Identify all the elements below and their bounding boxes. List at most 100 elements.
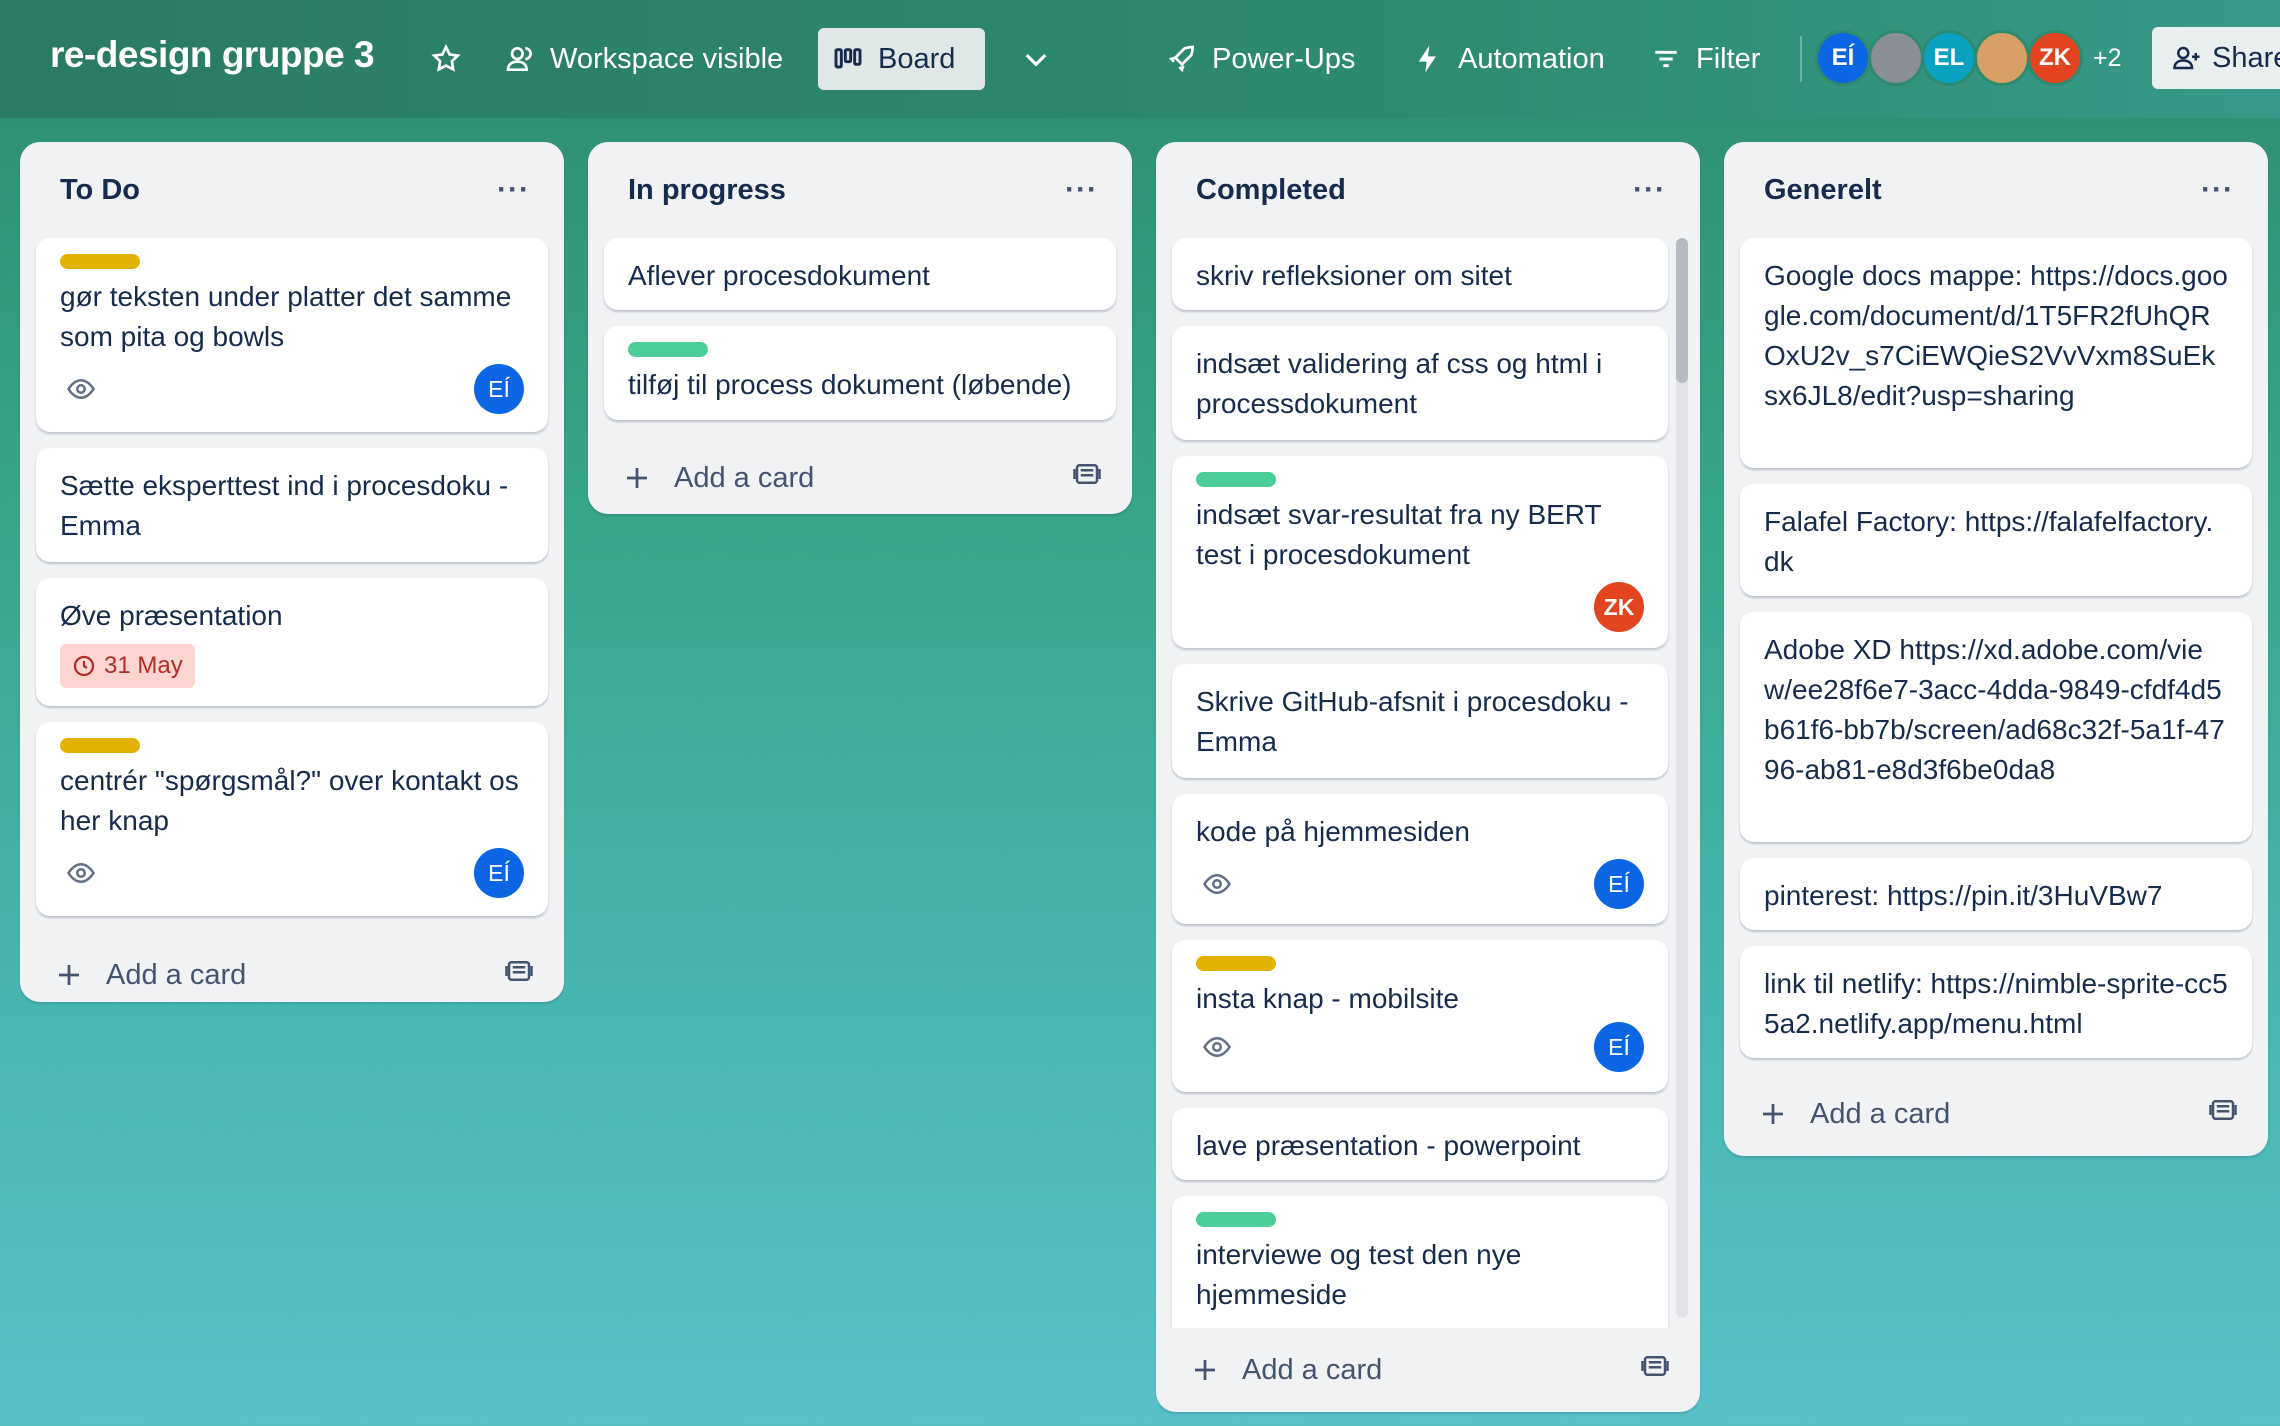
list-title[interactable]: In progress [628,174,786,207]
card-title: lave præsentation - powerpoint [1196,1130,1581,1161]
card[interactable]: indsæt svar-resultat fra ny BERT test i … [1172,456,1668,648]
card[interactable]: pinterest: https://pin.it/3HuVBw7 [1740,858,2252,930]
card[interactable]: Aflever procesdokument [604,238,1116,310]
card[interactable]: Sætte eksperttest ind i procesdoku - Emm… [36,448,548,562]
due-date-badge[interactable]: 31 May [60,644,195,688]
card-title: indsæt svar-resultat fra ny BERT test i … [1196,499,1602,570]
card[interactable]: link til netlify: https://nimble-sprite-… [1740,946,2252,1058]
share-button[interactable]: Share [2152,27,2280,89]
extra-members-count[interactable]: +2 [2093,44,2122,73]
add-card-row: Add a card [1724,1074,2268,1154]
view-switcher-button[interactable] [1006,28,1066,90]
list-menu-button[interactable]: ··· [2201,173,2234,207]
watch-icon [1203,873,1231,895]
list-scrollbar[interactable] [1676,238,1688,1318]
card[interactable]: insta knap - mobilsite EÍ [1172,940,1668,1092]
card-title: link til netlify: https://nimble-sprite-… [1764,968,2228,1039]
member-avatar[interactable]: EL [1921,30,1977,86]
add-card-label: Add a card [1810,1097,1951,1130]
card-title: kode på hjemmesiden [1196,816,1470,847]
member-avatar-photo[interactable] [1868,30,1924,86]
add-card-row: Add a card [20,932,564,1018]
card-member-avatar[interactable]: ZK [1594,582,1644,632]
automation-button[interactable]: Automation [1398,28,1619,90]
card[interactable]: Skrive GitHub-afsnit i procesdoku - Emma [1172,664,1668,778]
template-icon [1641,1356,1669,1376]
due-date-label: 31 May [104,652,183,679]
card-title: centrér "spørgsmål?" over kontakt os her… [60,765,519,836]
people-icon [506,47,532,71]
template-button[interactable] [1072,459,1102,497]
add-card-button[interactable]: Add a card [1190,1354,1382,1387]
template-button[interactable] [1640,1351,1670,1389]
card-title: gør teksten under platter det samme som … [60,281,512,352]
plus-icon [59,965,79,985]
member-avatar[interactable]: ZK [2027,30,2083,86]
list-title[interactable]: Completed [1196,174,1346,207]
card-label-green[interactable] [628,342,708,357]
add-card-button[interactable]: Add a card [54,959,246,992]
list-title[interactable]: To Do [60,174,140,207]
board-view-button[interactable]: Board [818,28,985,90]
list-menu-button[interactable]: ··· [1633,173,1666,207]
add-card-button[interactable]: Add a card [1758,1098,1950,1131]
card[interactable]: lave præsentation - powerpoint [1172,1108,1668,1180]
powerups-label: Power-Ups [1212,42,1356,75]
card-member-avatar[interactable]: EÍ [1594,859,1644,909]
card-title: Sætte eksperttest ind i procesdoku - Emm… [60,470,509,541]
template-button[interactable] [504,956,534,994]
card-title: pinterest: https://pin.it/3HuVBw7 [1764,880,2163,911]
list-menu-button[interactable]: ··· [1065,173,1098,207]
add-card-button[interactable]: Add a card [622,462,814,495]
card-title: indsæt validering af css og html i proce… [1196,348,1603,419]
card-title: Adobe XD https://xd.adobe.com/view/ee28f… [1764,634,2225,785]
scrollbar-thumb[interactable] [1676,238,1688,383]
card[interactable]: skriv refleksioner om sitet [1172,238,1668,310]
card-label-yellow[interactable] [60,254,140,269]
card-title: insta knap - mobilsite [1196,983,1460,1014]
card-label-yellow[interactable] [1196,956,1276,971]
card-label-green[interactable] [1196,472,1276,487]
list-header: Generelt ··· [1724,142,2268,238]
card-label-yellow[interactable] [60,738,140,753]
card[interactable]: centrér "spørgsmål?" over kontakt os her… [36,722,548,916]
member-avatar-photo[interactable] [1974,30,2030,86]
card-member-avatar[interactable]: EÍ [1594,1022,1644,1072]
card[interactable]: Google docs mappe: https://docs.google.c… [1740,238,2252,468]
card-member-avatar[interactable]: EÍ [474,848,524,898]
template-button[interactable] [2208,1095,2238,1133]
list-todo: To Do ··· gør teksten under platter det … [20,142,564,1002]
list-scroll-area[interactable]: skriv refleksioner om sitet indsæt valid… [1156,238,1700,1328]
watch-icon [67,862,95,884]
card[interactable]: tilføj til process dokument (løbende) [604,326,1116,420]
card-title: skriv refleksioner om sitet [1196,260,1512,291]
card[interactable]: Øve præsentation 31 May [36,578,548,706]
card-member-avatar[interactable]: EÍ [474,364,524,414]
list-menu-button[interactable]: ··· [497,173,530,207]
star-button[interactable] [416,28,476,90]
filter-button[interactable]: Filter [1636,28,1774,90]
card[interactable]: interviewe og test den nye hjemmeside [1172,1196,1668,1328]
board-title[interactable]: re-design gruppe 3 [50,34,375,76]
board-header: re-design gruppe 3 Workspace visible Boa… [0,0,2280,118]
visibility-button[interactable]: Workspace visible [490,28,797,90]
list-title[interactable]: Generelt [1764,174,1882,207]
template-icon [2209,1100,2237,1120]
card-label-green[interactable] [1196,1212,1276,1227]
member-avatar[interactable]: EÍ [1815,30,1871,86]
card[interactable]: indsæt validering af css og html i proce… [1172,326,1668,440]
header-divider [1800,36,1802,82]
automation-label: Automation [1458,42,1605,75]
powerups-button[interactable]: Power-Ups [1152,28,1369,90]
card[interactable]: gør teksten under platter det samme som … [36,238,548,432]
star-icon [431,43,461,72]
add-card-label: Add a card [106,958,247,991]
add-card-row: Add a card [1156,1328,1700,1412]
card[interactable]: Falafel Factory: https://falafelfactory.… [1740,484,2252,596]
card-title: Skrive GitHub-afsnit i procesdoku - Emma [1196,686,1629,757]
list-in-progress: In progress ··· Aflever procesdokument t… [588,142,1132,514]
card-title: Aflever procesdokument [628,260,930,291]
card[interactable]: Adobe XD https://xd.adobe.com/view/ee28f… [1740,612,2252,842]
chevron-down-icon [1025,53,1047,67]
card[interactable]: kode på hjemmesiden EÍ [1172,794,1668,924]
